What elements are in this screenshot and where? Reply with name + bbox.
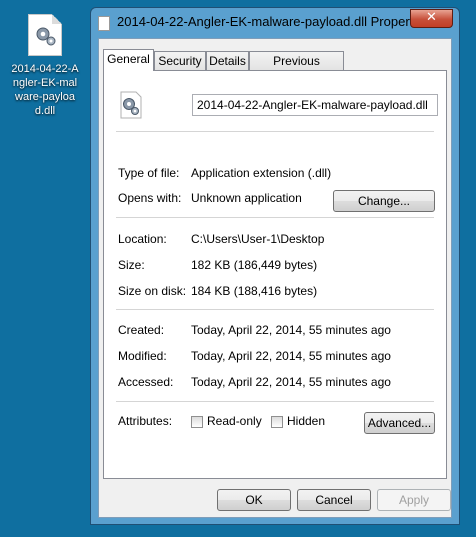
read-only-label[interactable]: Read-only [207, 414, 262, 428]
window-file-icon [98, 16, 110, 31]
created-value: Today, April 22, 2014, 55 minutes ago [191, 323, 391, 337]
dialog-client-area: General Security Details Previous Versio… [98, 38, 452, 518]
type-of-file-label: Type of file: [118, 166, 180, 180]
read-only-checkbox[interactable] [191, 416, 203, 428]
file-name-input[interactable]: 2014-04-22-Angler-EK-malware-payload.dll [192, 94, 438, 116]
location-label: Location: [118, 232, 167, 246]
ok-button[interactable]: OK [217, 489, 291, 511]
accessed-value: Today, April 22, 2014, 55 minutes ago [191, 375, 391, 389]
apply-button[interactable]: Apply [377, 489, 451, 511]
size-value: 182 KB (186,449 bytes) [191, 258, 318, 272]
title-bar[interactable]: 2014-04-22-Angler-EK-malware-payload.dll… [91, 8, 459, 36]
cancel-button[interactable]: Cancel [297, 489, 371, 511]
tab-previous-versions[interactable]: Previous Versions [249, 51, 344, 86]
hidden-label[interactable]: Hidden [287, 414, 325, 428]
tab-general[interactable]: General [103, 49, 154, 71]
size-on-disk-value: 184 KB (188,416 bytes) [191, 284, 318, 298]
size-on-disk-label: Size on disk: [118, 284, 187, 298]
close-button[interactable]: ✕ [410, 9, 453, 28]
tab-details[interactable]: Details [206, 51, 249, 70]
desktop-file-label: 2014-04-22-A ngler-EK-mal ware-payloa d.… [11, 63, 79, 117]
properties-window: 2014-04-22-Angler-EK-malware-payload.dll… [90, 7, 460, 525]
hidden-checkbox[interactable] [271, 416, 283, 428]
separator [116, 309, 434, 310]
separator [116, 217, 434, 218]
general-tab-panel: 2014-04-22-Angler-EK-malware-payload.dll… [103, 70, 447, 479]
created-label: Created: [118, 323, 165, 337]
type-of-file-value: Application extension (.dll) [191, 166, 332, 180]
modified-value: Today, April 22, 2014, 55 minutes ago [191, 349, 391, 363]
modified-label: Modified: [118, 349, 167, 363]
close-icon: ✕ [426, 10, 437, 25]
size-label: Size: [118, 258, 145, 272]
dll-gear-file-icon [118, 91, 144, 119]
opens-with-label: Opens with: [118, 191, 182, 205]
location-value: C:\Users\User-1\Desktop [191, 232, 325, 246]
separator [116, 131, 434, 132]
window-title: 2014-04-22-Angler-EK-malware-payload.dll… [117, 14, 430, 29]
tab-security[interactable]: Security [154, 51, 206, 70]
separator [116, 401, 434, 402]
opens-with-value: Unknown application [191, 191, 302, 205]
advanced-button[interactable]: Advanced... [364, 412, 435, 434]
change-button[interactable]: Change... [333, 190, 435, 212]
attributes-label: Attributes: [118, 414, 173, 428]
dll-file-icon [28, 14, 62, 56]
accessed-label: Accessed: [118, 375, 174, 389]
desktop-file-icon[interactable]: 2014-04-22-A ngler-EK-mal ware-payloa d.… [4, 14, 86, 118]
